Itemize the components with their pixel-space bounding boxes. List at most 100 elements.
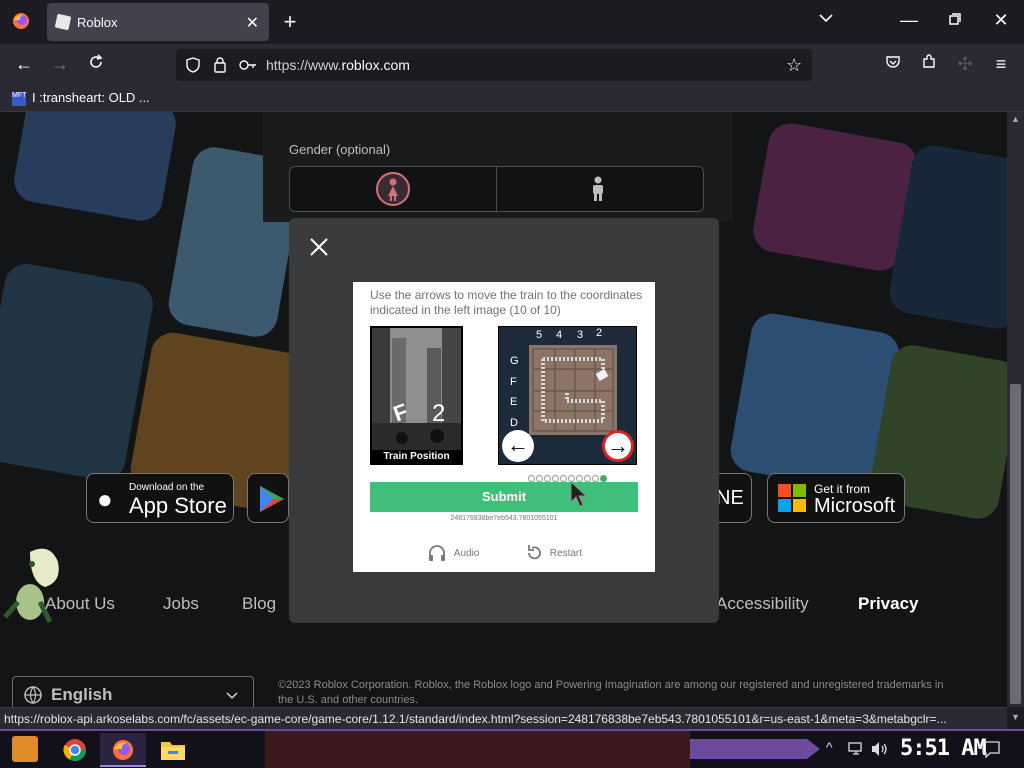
start-icon[interactable] (12, 736, 38, 762)
firefox-menu-icon[interactable] (11, 11, 31, 31)
microsoft-logo-icon (778, 484, 806, 512)
close-window-button[interactable]: ✕ (990, 10, 1012, 32)
app-store-badge[interactable]: ● Download on the App Store (86, 473, 234, 523)
footer-link-jobs[interactable]: Jobs (163, 594, 199, 614)
minimize-button[interactable]: — (898, 10, 920, 32)
taskbar-clock[interactable]: 5:51 AM (900, 736, 987, 761)
row-label: D (510, 417, 518, 429)
audio-button[interactable]: Audio (427, 544, 479, 562)
progress-dot (600, 475, 607, 482)
row-label: E (510, 396, 518, 408)
footer-link-privacy[interactable]: Privacy (858, 594, 919, 614)
tab-title: Roblox (77, 15, 118, 30)
apple-icon: ● (97, 484, 113, 514)
female-gender-button[interactable] (376, 172, 410, 206)
language-select[interactable]: English (12, 676, 254, 707)
track-board-icon (529, 345, 617, 435)
extension-disabled-icon: ✣ (957, 54, 973, 74)
bookmark-star-icon[interactable]: ☆ (786, 55, 802, 76)
scrollbar-thumb[interactable] (1010, 384, 1021, 704)
app-store-big-text: App Store (129, 493, 227, 518)
new-tab-button[interactable]: + (278, 9, 302, 34)
scroll-down-icon[interactable]: ▼ (1011, 712, 1020, 722)
back-icon[interactable]: ← (12, 54, 36, 76)
arrow-right-button[interactable]: → (602, 430, 634, 462)
url-bar[interactable]: https://www.roblox.com ☆ (176, 49, 812, 81)
footer-link-blog[interactable]: Blog (242, 594, 276, 614)
gender-label: Gender (optional) (289, 142, 391, 157)
footer-link-accessibility[interactable]: Accessibility (716, 594, 809, 614)
column-label: 4 (556, 329, 563, 341)
tab-roblox[interactable]: Roblox ✕ (47, 3, 269, 41)
arrow-left-button[interactable]: ← (502, 430, 534, 462)
taskbar: ^ 5:51 AM (0, 729, 1024, 768)
list-tabs-icon[interactable] (815, 10, 837, 32)
city-street-image (372, 328, 461, 463)
firefox-taskbar-icon[interactable] (100, 733, 146, 767)
train-grid-image: 5 4 3 2 G F E D ← → (498, 326, 637, 465)
progress-dot (544, 475, 551, 482)
page-scrollbar[interactable]: ▲ ▼ (1007, 112, 1024, 722)
url-prefix: https://www. (266, 57, 342, 73)
restart-button[interactable]: Restart (525, 544, 582, 562)
captcha-instruction: Use the arrows to move the train to the … (370, 288, 643, 317)
session-id: 248176838be7eb543.7801055101 (450, 515, 558, 522)
network-icon[interactable] (848, 741, 864, 762)
close-tab-icon[interactable]: ✕ (246, 13, 259, 33)
reload-icon[interactable] (84, 54, 108, 76)
mouse-cursor-icon (570, 481, 588, 507)
audio-label: Audio (453, 547, 480, 559)
male-icon (593, 176, 603, 201)
key-icon[interactable] (239, 58, 257, 76)
bookmark-label: I :transheart: OLD ... (32, 90, 150, 105)
roblox-favicon-icon (54, 13, 72, 31)
app-store-small-text: Download on the (129, 482, 205, 493)
column-label: 5 (536, 329, 543, 341)
tab-bar: Roblox ✕ + — ✕ (0, 0, 1024, 44)
restart-label: Restart (549, 547, 583, 559)
restart-icon (528, 545, 541, 560)
partial-store-text: NE (716, 487, 744, 509)
forward-icon[interactable]: → (48, 54, 72, 76)
column-label: 2 (596, 327, 603, 339)
google-play-badge[interactable] (247, 473, 289, 523)
extensions-icon[interactable] (918, 54, 940, 76)
notifications-icon[interactable] (982, 740, 1000, 763)
progress-dot (552, 475, 559, 482)
bookmark-item[interactable]: MFT I :transheart: OLD ... (12, 90, 150, 106)
google-play-icon (260, 486, 284, 512)
row-label: F (510, 376, 517, 388)
microsoft-badge[interactable]: Get it from Microsoft (767, 473, 905, 523)
bookmarks-bar: MFT I :transheart: OLD ... (0, 86, 1024, 112)
microsoft-big-text: Microsoft (814, 495, 896, 517)
file-explorer-icon[interactable] (160, 739, 186, 766)
globe-icon (23, 685, 43, 707)
gender-selector (289, 166, 704, 212)
character-sticker-image (3, 548, 59, 624)
captcha-modal: Use the arrows to move the train to the … (289, 218, 719, 623)
pocket-icon[interactable] (882, 54, 904, 76)
chrome-icon[interactable] (63, 738, 87, 767)
row-label: G (510, 355, 519, 367)
train-position-caption: Train Position (372, 450, 461, 463)
lock-icon[interactable] (213, 56, 227, 78)
copyright-text: ©2023 Roblox Corporation. Roblox, the Ro… (278, 679, 944, 706)
target-position-image: F 2 Train Position (370, 326, 463, 465)
hamburger-menu-icon[interactable]: ≡ (990, 54, 1012, 76)
taskbar-decoration (690, 739, 820, 759)
footer-link-about[interactable]: About Us (45, 594, 115, 614)
male-gender-button[interactable] (590, 176, 606, 202)
show-hidden-icons-icon[interactable]: ^ (826, 739, 833, 755)
gender-divider (496, 167, 497, 211)
captcha-frame: Use the arrows to move the train to the … (353, 282, 655, 572)
scroll-up-icon[interactable]: ▲ (1011, 114, 1020, 124)
submit-button[interactable]: Submit (370, 482, 638, 512)
shield-icon[interactable] (186, 57, 200, 78)
close-icon[interactable] (309, 236, 333, 260)
maximize-button[interactable] (944, 10, 966, 32)
progress-dot (592, 475, 599, 482)
navigation-bar: ← → https://www.roblox.com ☆ ✣ ≡ (0, 44, 1024, 86)
roblox-page: Gender (optional) ● Download on the App … (0, 112, 1007, 707)
url-domain: roblox.com (341, 57, 410, 73)
volume-icon[interactable] (871, 741, 889, 762)
